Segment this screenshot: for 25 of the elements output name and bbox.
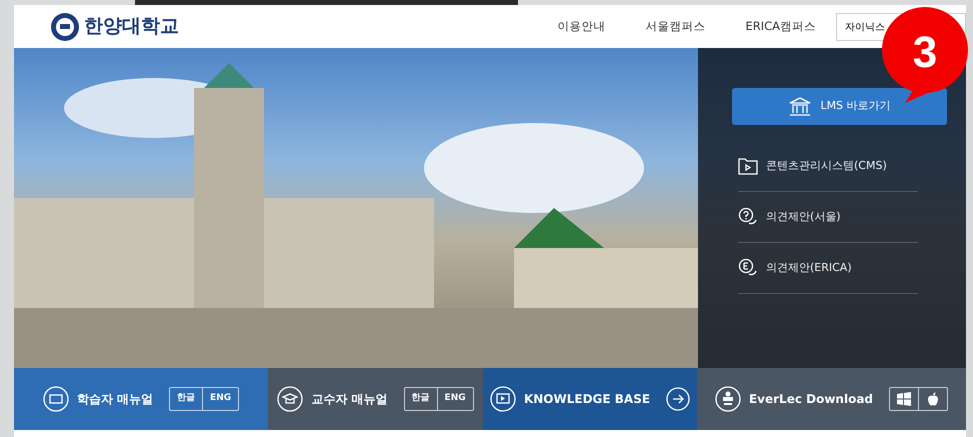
video-screen-icon — [490, 386, 516, 412]
lms-button[interactable]: LMS 바로가기 — [732, 88, 947, 125]
university-logo-text[interactable]: 한양대학교 — [84, 12, 179, 41]
nav-link[interactable]: ERICA캠퍼스 — [745, 18, 816, 36]
side-link[interactable]: 의견제안(서울) — [738, 192, 918, 243]
quick-link[interactable]: 학습자 매뉴얼 — [76, 390, 154, 408]
quick-link[interactable]: 교수자 매뉴얼 — [311, 390, 388, 408]
quick-link[interactable]: KNOWLEDGE BASE — [524, 390, 650, 408]
side-link[interactable]: 콘텐츠관리시스템(CMS) — [738, 141, 918, 192]
university-emblem-icon — [50, 12, 80, 42]
bank-building-icon — [788, 96, 812, 116]
side-link[interactable]: 의견제안(ERICA) — [738, 243, 918, 294]
recording-person-icon — [714, 386, 741, 412]
graduation-cap-icon — [277, 386, 304, 412]
language-option[interactable]: ENG — [436, 388, 473, 410]
nav-link[interactable]: 이용안내 — [557, 18, 606, 36]
nav-link[interactable]: 서울캠퍼스 — [645, 18, 706, 36]
arrow-circle-icon[interactable] — [666, 387, 690, 411]
language-option[interactable]: 한글 — [404, 388, 437, 410]
quick-link[interactable]: EverLec Download — [748, 390, 874, 408]
video-folder-icon — [738, 157, 758, 175]
language-option[interactable]: ENG — [202, 388, 238, 410]
language-option[interactable]: 한글 — [170, 388, 202, 410]
letter-bubble-icon — [738, 258, 758, 278]
question-bubble-icon — [738, 207, 758, 227]
